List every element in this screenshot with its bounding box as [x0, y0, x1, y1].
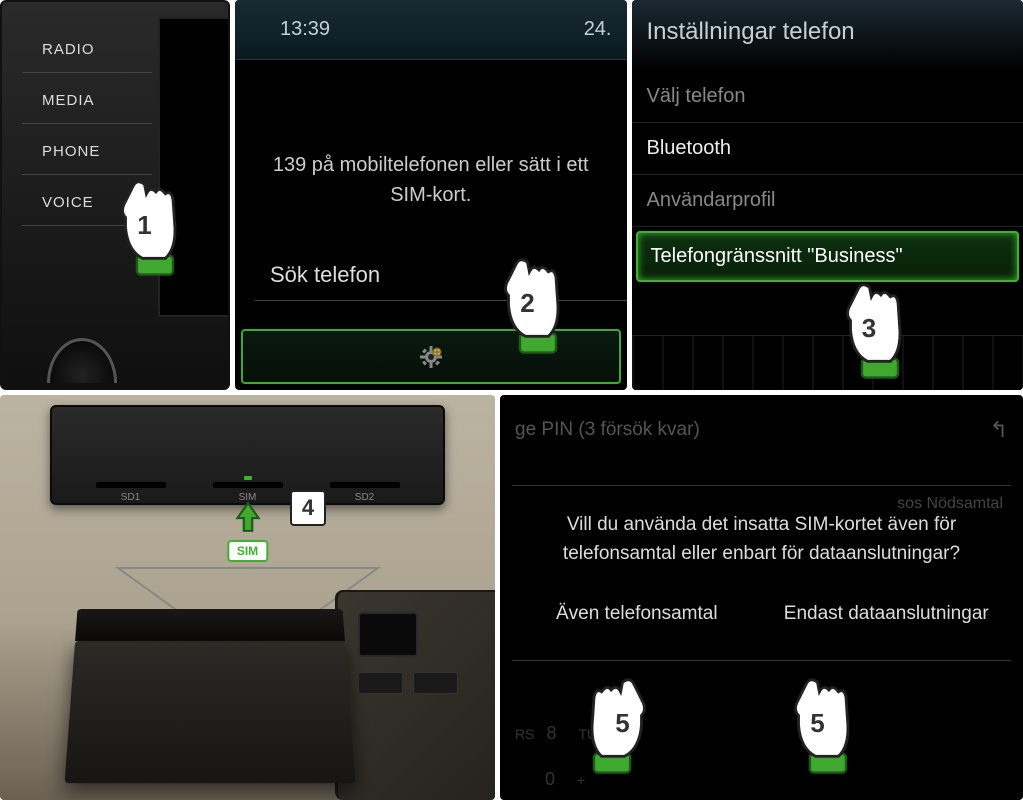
- panel-search-phone: 13:39 24. 139 på mobiltelefonen eller sä…: [235, 0, 627, 390]
- settings-item-user-profile[interactable]: Användarprofil: [632, 175, 1023, 227]
- temperature: 24.: [584, 18, 612, 41]
- button-phone-calls-too[interactable]: Även telefonsamtal: [522, 598, 752, 635]
- panel-pin-dialog: ge PIN (3 försök kvar) ↰ sos Nödsamtal V…: [500, 395, 1023, 800]
- dashboard-trim: [335, 590, 495, 800]
- side-button-media[interactable]: MEDIA: [22, 78, 152, 124]
- step-pointer-5b: 5: [770, 670, 865, 780]
- back-icon[interactable]: ↰: [990, 417, 1008, 443]
- side-button-phone[interactable]: PHONE: [22, 129, 152, 175]
- settings-item-bluetooth[interactable]: Bluetooth: [632, 123, 1023, 175]
- sd2-slot[interactable]: [330, 482, 400, 488]
- settings-item-select-phone[interactable]: Välj telefon: [632, 71, 1023, 123]
- gear-icon: [420, 346, 442, 368]
- step-number: 5: [615, 708, 629, 739]
- floor-decoration: [632, 335, 1023, 390]
- side-button-voice[interactable]: VOICE: [22, 180, 152, 226]
- air-vent: [358, 612, 418, 657]
- up-arrow-icon: [233, 500, 263, 539]
- pin-header: ge PIN (3 försök kvar) ↰: [500, 395, 1023, 465]
- dialog-question: Vill du använda det insatta SIM-kortet ä…: [522, 511, 1001, 568]
- search-phone-button[interactable]: Sök telefon: [255, 250, 627, 301]
- glovebox-open: [65, 641, 356, 783]
- panel-sim-slot-photo: SIM 4: [0, 395, 495, 800]
- panel-side-buttons: RADIO MEDIA PHONE VOICE 1: [0, 0, 230, 390]
- dash-button[interactable]: [358, 672, 403, 694]
- sim-badge: SIM: [227, 540, 268, 562]
- connect-message: 139 på mobiltelefonen eller sätt i ett S…: [235, 60, 627, 210]
- sim-slot[interactable]: [213, 482, 283, 488]
- keypad-background: RS 8 TUV 0 +: [515, 723, 606, 790]
- emergency-call[interactable]: sos Nödsamtal: [897, 495, 1003, 513]
- center-console: [50, 405, 445, 505]
- panel-phone-settings: Inställningar telefon Välj telefon Bluet…: [632, 0, 1023, 390]
- status-bar: 13:39 24.: [235, 0, 627, 60]
- dash-button[interactable]: [413, 672, 458, 694]
- step-badge-4: 4: [290, 490, 326, 526]
- button-data-only[interactable]: Endast dataanslutningar: [772, 598, 1002, 635]
- clock: 13:39: [280, 18, 330, 41]
- side-button-radio[interactable]: RADIO: [22, 27, 152, 73]
- sd1-slot[interactable]: [96, 482, 166, 488]
- settings-footer-button[interactable]: [241, 329, 621, 384]
- settings-item-business-interface[interactable]: Telefongränssnitt "Business": [636, 231, 1020, 282]
- rotary-knob[interactable]: [47, 338, 117, 383]
- screen-bezel: [158, 17, 228, 317]
- settings-title: Inställningar telefon: [632, 0, 1023, 71]
- step-number: 5: [810, 708, 824, 739]
